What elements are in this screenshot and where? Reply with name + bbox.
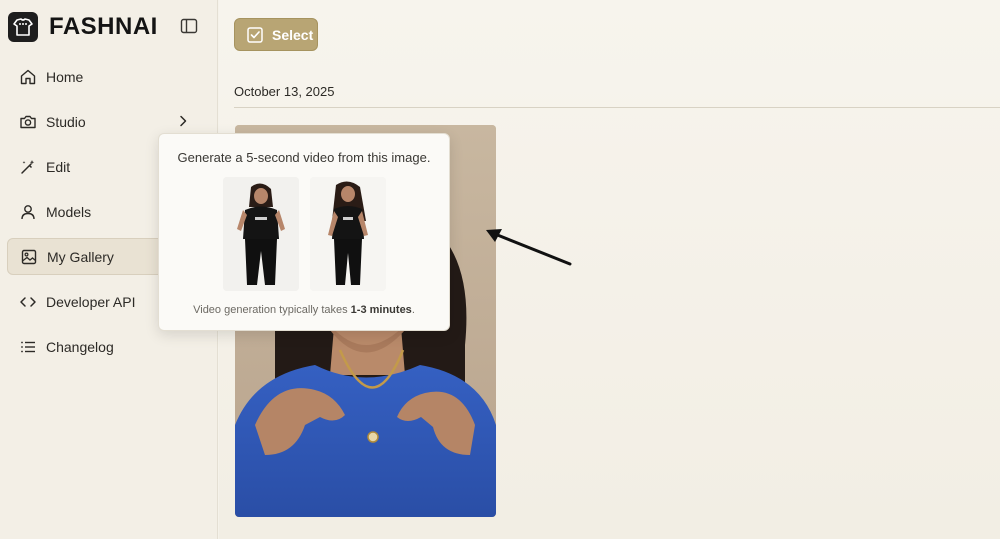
code-icon [18, 292, 38, 312]
sidebar-item-label: Edit [46, 158, 71, 175]
video-generation-popover: Generate a 5-second video from this imag… [158, 133, 450, 331]
brand[interactable]: FASHNAI [8, 12, 161, 42]
select-button[interactable]: Select [234, 18, 318, 51]
popover-note: Video generation typically takes 1-3 min… [159, 304, 449, 316]
gallery-date-heading: October 13, 2025 [234, 84, 335, 99]
sidebar-item-label: My Gallery [47, 248, 114, 265]
sidebar-item-label: Home [46, 68, 84, 85]
annotation-arrow-icon [480, 222, 575, 275]
brand-name: FASHNAI [49, 13, 158, 40]
sidebar-item-home[interactable]: Home [7, 58, 212, 95]
popover-title: Generate a 5-second video from this imag… [177, 150, 431, 165]
list-icon [18, 337, 38, 357]
popover-note-text: Video generation typically takes [193, 304, 351, 316]
chevron-right-icon[interactable] [175, 113, 191, 129]
sidebar-item-label: Models [46, 203, 92, 220]
preview-thumbnail [310, 177, 386, 291]
select-button-label: Select [272, 26, 314, 43]
divider [234, 107, 1000, 108]
popover-preview-thumbnails [223, 177, 386, 291]
popover-note-suffix: . [411, 304, 415, 316]
camera-icon [18, 112, 38, 132]
sidebar-item-changelog[interactable]: Changelog [7, 328, 212, 365]
sidebar-item-label: Changelog [46, 338, 114, 355]
user-icon [18, 202, 38, 222]
sidebar-item-label: Studio [46, 113, 86, 130]
sidebar-toggle-icon[interactable] [179, 16, 199, 36]
app-window: FASHNAI Home Studio Edit Models My Galle… [0, 0, 1000, 539]
home-icon [18, 67, 38, 87]
sidebar-item-label: Developer API [46, 293, 136, 310]
image-icon [19, 247, 39, 267]
preview-thumbnail [223, 177, 299, 291]
magic-wand-icon [18, 157, 38, 177]
checkbox-icon [246, 26, 264, 44]
popover-note-duration: 1-3 minutes [350, 304, 412, 316]
logo-icon [8, 12, 38, 42]
